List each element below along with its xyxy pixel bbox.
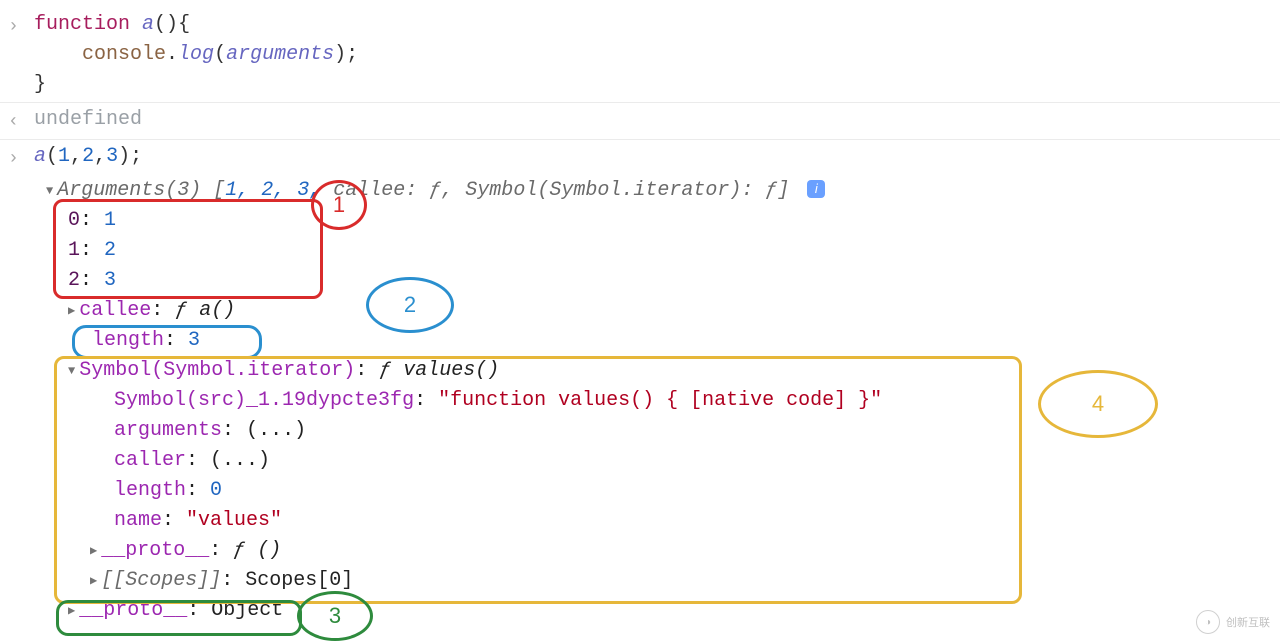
brace: } [34,73,46,96]
length-row[interactable]: length: 3 [46,326,1280,356]
console-input-row[interactable]: function a(){ console.log(arguments); } [0,8,1280,103]
watermark: ◑ 创新互联 [1196,610,1270,634]
key: arguments [114,419,222,442]
console-panel: function a(){ console.log(arguments); } … [0,0,1280,626]
code-block: function a(){ console.log(arguments); } [34,10,1280,100]
iterator-row[interactable]: Symbol(Symbol.iterator): ƒ values() [46,356,1280,386]
key: 0 [68,209,80,232]
keyword: function [34,13,130,36]
value: "function values() { [native code] }" [438,389,882,412]
value: ƒ values() [379,359,499,382]
value: ƒ a() [175,299,235,322]
object-tree: Arguments(3) [1, 2, 3, callee: ƒ, Symbol… [0,176,1280,626]
input-prompt-icon [8,142,34,174]
caret-down-icon[interactable] [46,179,57,202]
console-input-row[interactable]: a(1,2,3); [0,140,1280,176]
punc: ); [334,43,358,66]
iterator-name[interactable]: name: "values" [46,506,1280,536]
callee-row[interactable]: callee: ƒ a() [46,296,1280,326]
caret-down-icon[interactable] [68,359,79,382]
parens: () [154,13,178,36]
key: [[Scopes]] [101,569,221,592]
caret-right-icon[interactable] [68,599,79,622]
key: Symbol(src)_1.19dypcte3fg [114,389,414,412]
value: 3 [104,269,116,292]
iterator-caller[interactable]: caller: (...) [46,446,1280,476]
undefined-output: undefined [34,105,1280,135]
key: __proto__ [101,539,209,562]
key: caller [114,449,186,472]
iterator-src[interactable]: Symbol(src)_1.19dypcte3fg: "function val… [46,386,1280,416]
value: ƒ () [233,539,281,562]
key: length [114,479,186,502]
entry-row[interactable]: 2: 3 [46,266,1280,296]
value: "values" [186,509,282,532]
iterator-proto[interactable]: __proto__: ƒ () [46,536,1280,566]
iterator-length[interactable]: length: 0 [46,476,1280,506]
value: 2 [104,239,116,262]
console-output-row: undefined [0,103,1280,140]
summary-values: 1, 2, 3, [225,179,321,202]
key: 2 [68,269,80,292]
caret-right-icon[interactable] [90,539,101,562]
key: 1 [68,239,80,262]
arguments-ident: arguments [226,43,334,66]
info-icon[interactable]: i [807,180,825,198]
caret-right-icon[interactable] [68,299,79,322]
proto-row[interactable]: __proto__: Object [46,596,1280,626]
watermark-text: 创新互联 [1226,614,1270,630]
entry-row[interactable]: 1: 2 [46,236,1280,266]
key: length [92,329,164,352]
value: 0 [210,479,222,502]
output-prompt-icon [8,105,34,137]
value: 1 [104,209,116,232]
code-call: a(1,2,3); [34,142,1280,172]
iterator-arguments[interactable]: arguments: (...) [46,416,1280,446]
method: log [178,43,214,66]
key: __proto__ [79,599,187,622]
ident: console [82,43,166,66]
input-prompt-icon [8,10,34,42]
iterator-scopes[interactable]: [[Scopes]]: Scopes[0] [46,566,1280,596]
brace: { [178,13,190,36]
caret-right-icon[interactable] [90,569,101,592]
value: (...) [210,449,270,472]
entry-row[interactable]: 0: 1 [46,206,1280,236]
key: callee [79,299,151,322]
value: Object [211,599,283,622]
value: (...) [246,419,306,442]
value: Scopes[0] [245,569,353,592]
arguments-summary[interactable]: Arguments(3) [1, 2, 3, callee: ƒ, Symbol… [46,176,1280,206]
value: 3 [188,329,200,352]
key: name [114,509,162,532]
summary-prefix: Arguments(3) [57,179,201,202]
summary-rest: callee: ƒ, Symbol(Symbol.iterator): ƒ] [321,179,789,202]
key: Symbol(Symbol.iterator) [79,359,355,382]
func-name: a [142,13,154,36]
watermark-logo-icon: ◑ [1196,610,1220,634]
